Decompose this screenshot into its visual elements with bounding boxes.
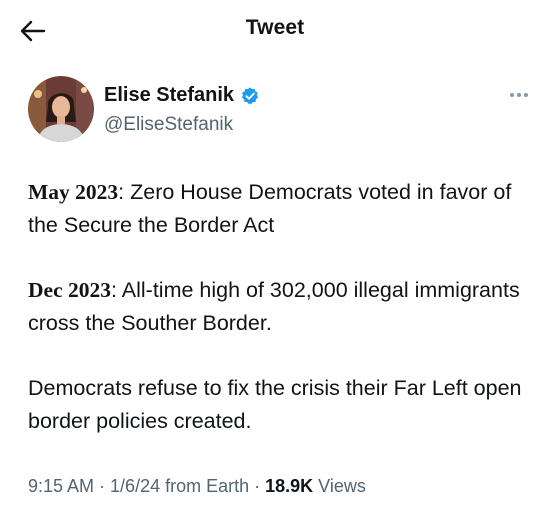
avatar-image	[28, 76, 94, 142]
date-label: Dec 2023	[28, 278, 111, 302]
tweet-paragraph-1: May 2023: Zero House Democrats voted in …	[28, 176, 538, 242]
more-dot-icon	[510, 93, 514, 97]
separator: ·	[94, 476, 111, 496]
tweet-meta: 9:15 AM · 1/6/24 from Earth · 18.9K View…	[28, 476, 366, 497]
tweet-paragraph-2: Dec 2023: All-time high of 302,000 illeg…	[28, 274, 538, 340]
avatar[interactable]	[28, 76, 94, 142]
display-name[interactable]: Elise Stefanik	[104, 84, 234, 107]
views-label: Views	[313, 476, 366, 496]
tweet-page: Tweet Elise Stefanik @EliseStefanik May …	[0, 0, 550, 512]
more-options-button[interactable]	[504, 88, 534, 102]
more-dot-icon	[517, 93, 521, 97]
date-label: May 2023	[28, 180, 119, 204]
separator: ·	[249, 476, 266, 496]
views-count[interactable]: 18.9K	[265, 476, 313, 496]
tweet-paragraph-3: Democrats refuse to fix the crisis their…	[28, 372, 538, 438]
verified-badge-icon	[241, 86, 259, 104]
top-bar: Tweet	[0, 0, 550, 60]
tweet-text: May 2023: Zero House Democrats voted in …	[28, 176, 538, 438]
author-name-line: Elise Stefanik	[104, 84, 260, 107]
tweet-time[interactable]: 9:15 AM	[28, 476, 94, 496]
paragraph-text: Democrats refuse to fix the crisis their…	[28, 376, 522, 433]
more-dot-icon	[524, 93, 528, 97]
tweet-date-source[interactable]: 1/6/24 from Earth	[110, 476, 249, 496]
page-title: Tweet	[245, 16, 305, 39]
author-handle[interactable]: @EliseStefanik	[104, 114, 233, 136]
